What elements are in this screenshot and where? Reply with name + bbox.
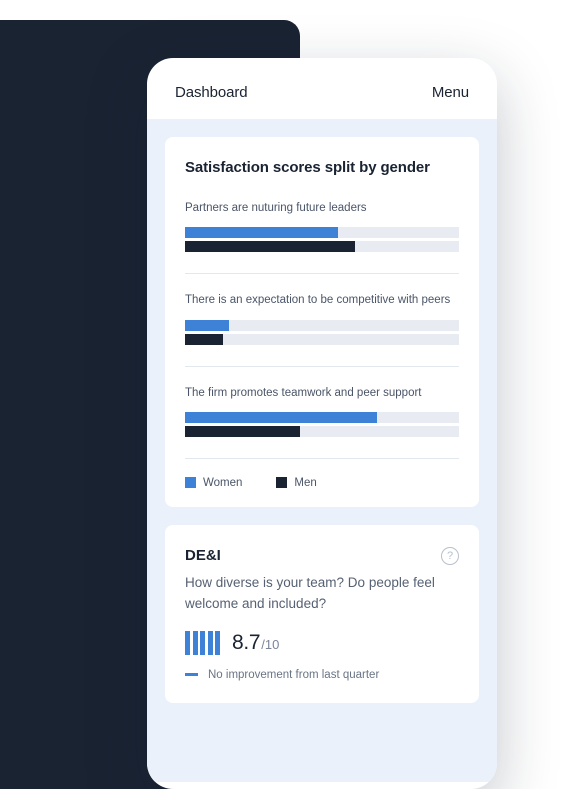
- bar-track-men: [185, 334, 459, 345]
- chart-row: Partners are nuturing future leaders: [185, 200, 459, 274]
- dei-header: DE&I ?: [185, 547, 459, 565]
- content-area: Satisfaction scores split by gender Part…: [147, 119, 497, 782]
- bar-track-women: [185, 227, 459, 238]
- bar-women: [185, 320, 229, 331]
- score-value: 8.7: [232, 631, 260, 654]
- bar-men: [185, 334, 223, 345]
- legend-label-men: Men: [294, 477, 316, 489]
- bar-men: [185, 426, 300, 437]
- menu-button[interactable]: Menu: [432, 84, 469, 101]
- chart-label: The firm promotes teamwork and peer supp…: [185, 385, 459, 402]
- bar-women: [185, 227, 338, 238]
- page-title: Dashboard: [175, 84, 247, 101]
- bar-men: [185, 241, 355, 252]
- trend-indicator-icon: [185, 673, 198, 676]
- help-icon[interactable]: ?: [441, 547, 459, 565]
- score-bars-icon: [185, 631, 220, 655]
- chart-row: There is an expectation to be competitiv…: [185, 292, 459, 366]
- bar-track-women: [185, 412, 459, 423]
- trend-text: No improvement from last quarter: [208, 669, 379, 681]
- app-header: Dashboard Menu: [147, 58, 497, 119]
- satisfaction-card: Satisfaction scores split by gender Part…: [165, 137, 479, 507]
- trend-row: No improvement from last quarter: [185, 669, 459, 681]
- score-row: 8.7/10: [185, 631, 459, 655]
- chart-label: There is an expectation to be competitiv…: [185, 292, 459, 309]
- legend-item-women: Women: [185, 477, 242, 489]
- chart-row: The firm promotes teamwork and peer supp…: [185, 385, 459, 459]
- dei-card: DE&I ? How diverse is your team? Do peop…: [165, 525, 479, 703]
- legend-item-men: Men: [276, 477, 316, 489]
- dei-question: How diverse is your team? Do people feel…: [185, 573, 459, 615]
- legend-swatch-men: [276, 477, 287, 488]
- bar-track-men: [185, 426, 459, 437]
- legend-swatch-women: [185, 477, 196, 488]
- score-value-wrap: 8.7/10: [232, 631, 279, 655]
- score-max: /10: [261, 637, 279, 652]
- bar-track-women: [185, 320, 459, 331]
- legend-label-women: Women: [203, 477, 242, 489]
- chart-label: Partners are nuturing future leaders: [185, 200, 459, 217]
- chart-legend: Women Men: [185, 477, 459, 489]
- dei-title: DE&I: [185, 547, 221, 564]
- bar-women: [185, 412, 377, 423]
- satisfaction-title: Satisfaction scores split by gender: [185, 159, 459, 176]
- bar-track-men: [185, 241, 459, 252]
- phone-frame: Dashboard Menu Satisfaction scores split…: [147, 58, 497, 789]
